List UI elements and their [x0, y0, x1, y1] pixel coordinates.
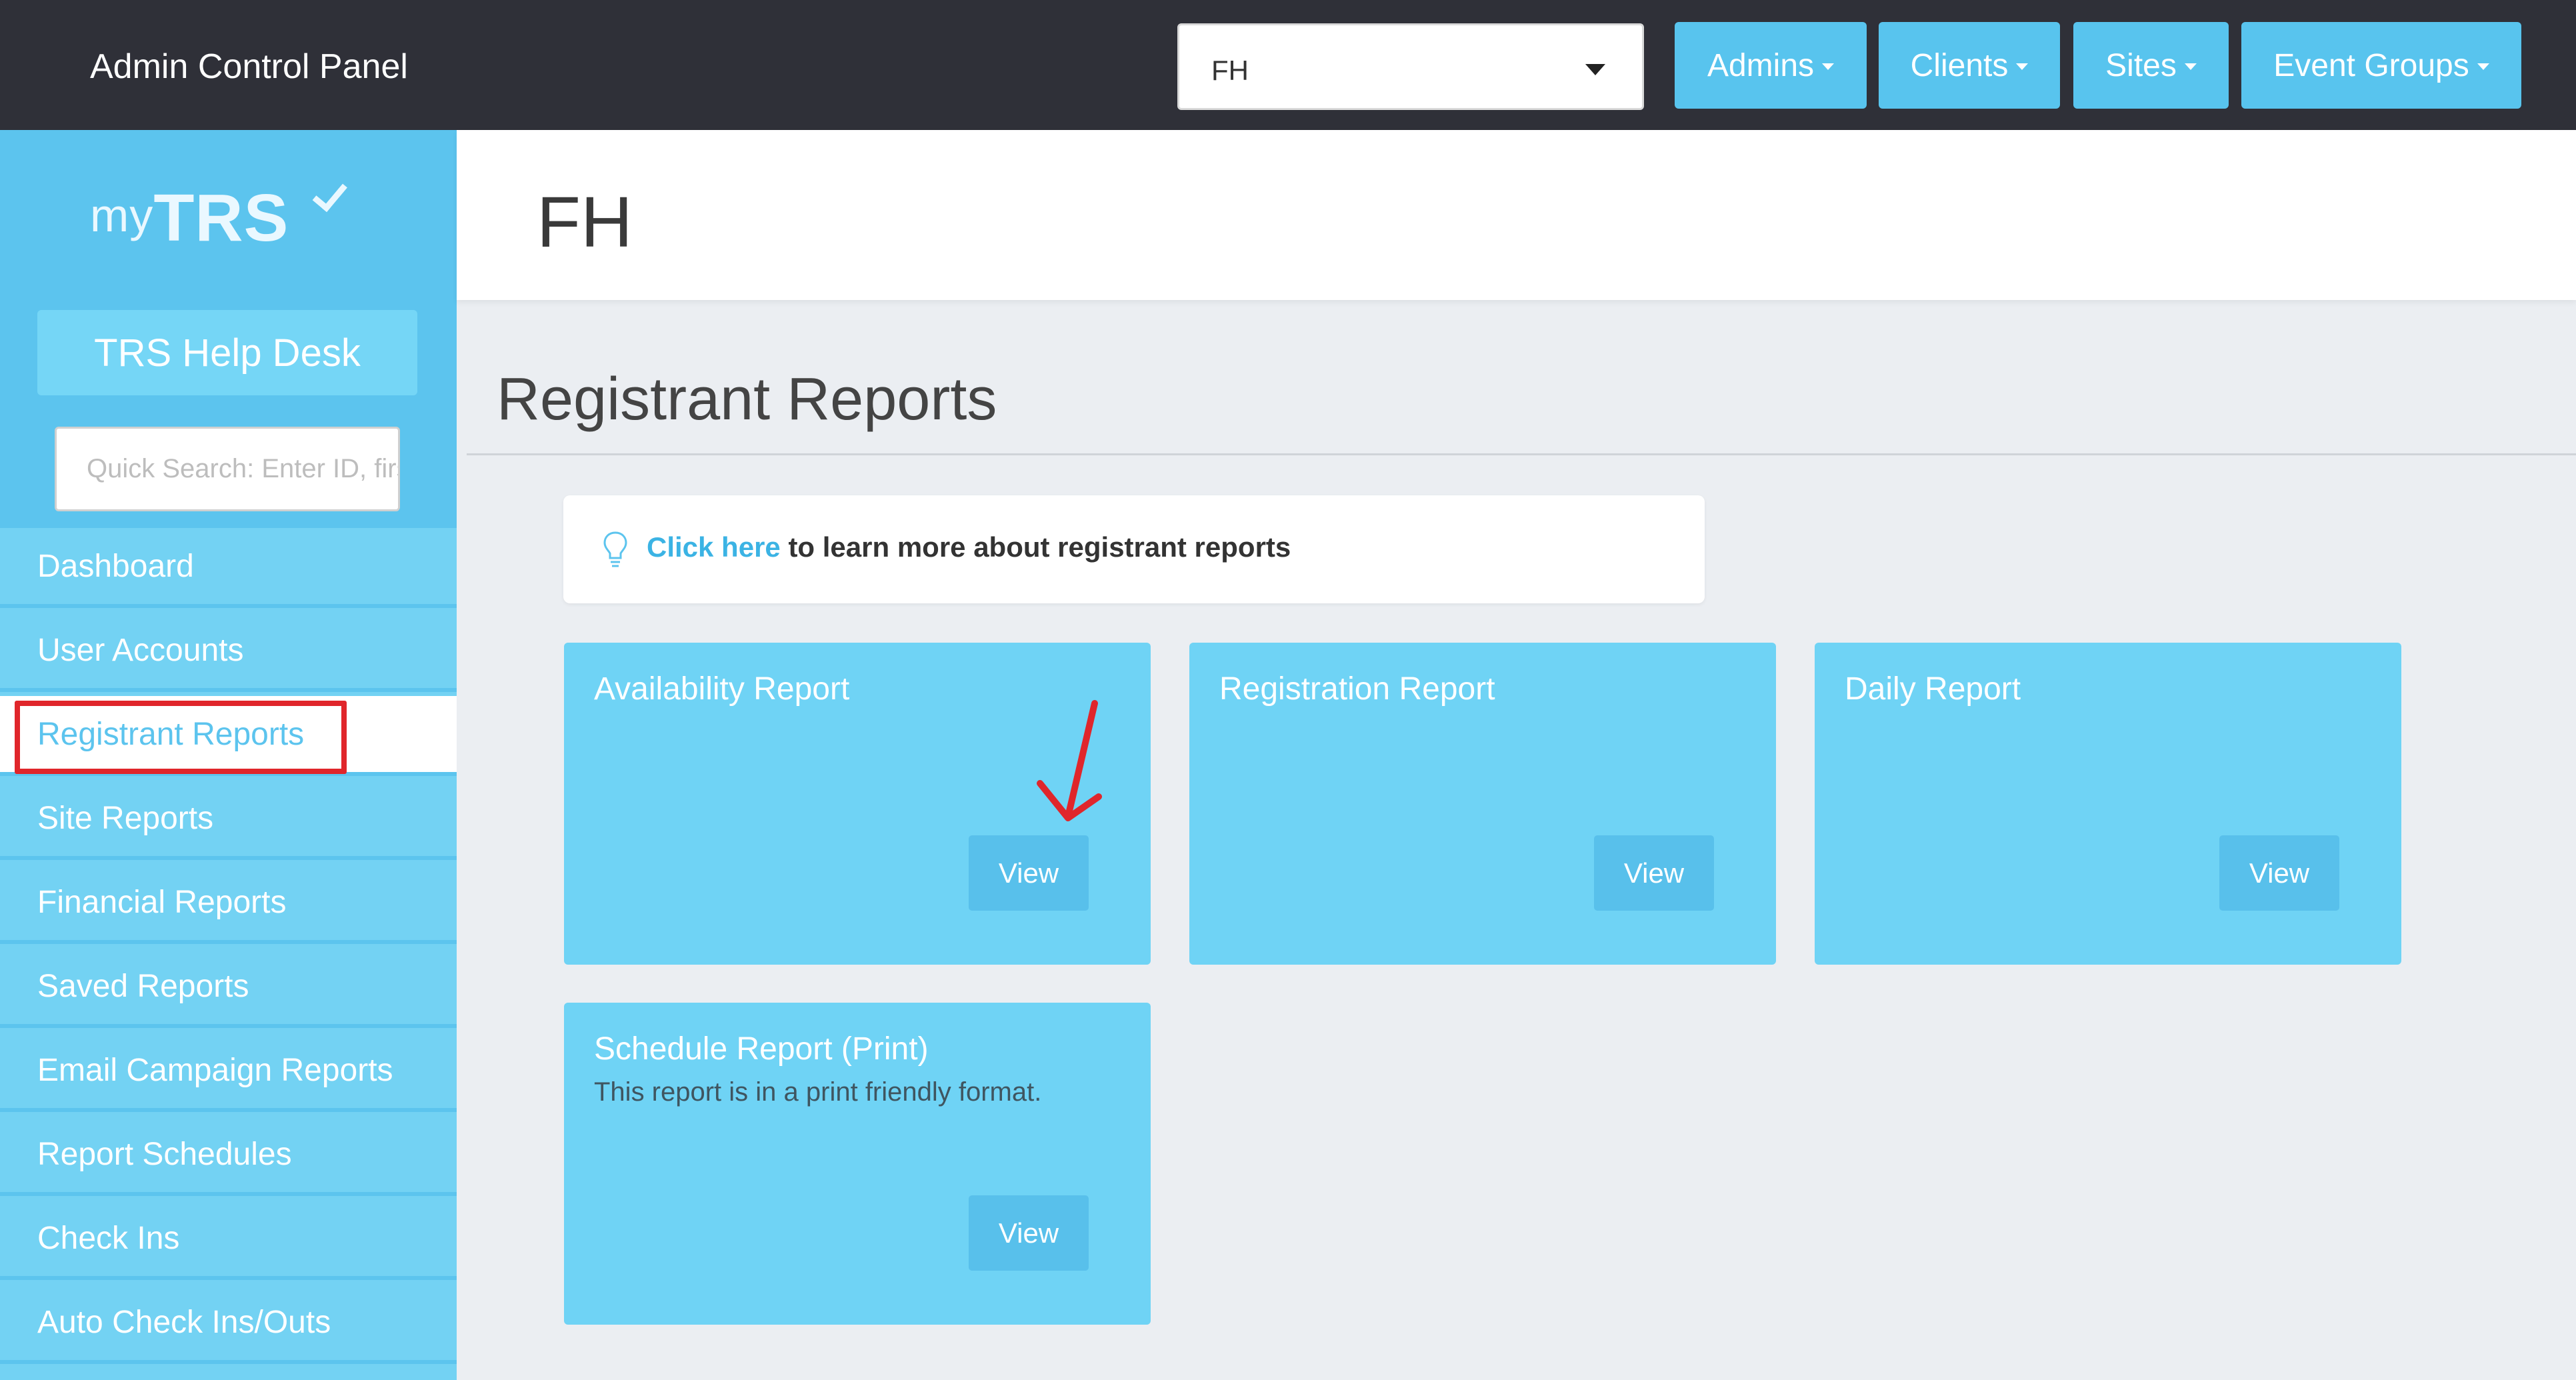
app-title: Admin Control Panel	[90, 47, 408, 86]
card-description: This report is in a print friendly forma…	[594, 1077, 1042, 1107]
sidebar-item-label: Report Schedules	[37, 1136, 292, 1172]
card-title: Registration Report	[1219, 671, 1495, 707]
info-callout: Click here to learn more about registran…	[563, 495, 1705, 603]
caret-down-icon	[2477, 63, 2489, 70]
sidebar-item-email-campaign-reports[interactable]: Email Campaign Reports	[0, 1032, 457, 1112]
sidebar-item-label: Saved Reports	[37, 968, 249, 1004]
section-title: Registrant Reports	[497, 366, 997, 433]
card-title: Daily Report	[1845, 671, 2021, 707]
lightbulb-icon	[603, 531, 627, 567]
mytrs-logo[interactable]: myTRS	[90, 175, 348, 257]
top-navbar: Admin Control Panel FH Admins Clients Si…	[0, 0, 2576, 130]
caret-down-icon	[2016, 63, 2029, 70]
sidebar-item-financial-reports[interactable]: Financial Reports	[0, 864, 457, 944]
sidebar-item-label: Check Ins	[37, 1220, 180, 1256]
sidebar-item-label: Site Reports	[37, 800, 214, 836]
event-groups-menu-label: Event Groups	[2273, 47, 2469, 83]
page-header: FH	[457, 130, 2576, 300]
sidebar-item-label: Auto Check Ins/Outs	[37, 1304, 331, 1340]
card-title: Availability Report	[594, 671, 850, 707]
client-select-value: FH	[1211, 55, 1249, 86]
clients-menu-button[interactable]: Clients	[1879, 22, 2060, 109]
annotation-arrow-icon	[1037, 700, 1102, 821]
event-groups-menu-button[interactable]: Event Groups	[2241, 22, 2521, 109]
report-card-registration: Registration Report View	[1189, 643, 1776, 965]
checkmark-icon	[312, 175, 348, 213]
report-card-schedule-print: Schedule Report (Print) This report is i…	[564, 1003, 1151, 1325]
info-text: Click here to learn more about registran…	[647, 531, 1291, 563]
view-schedule-report-button[interactable]: View	[969, 1195, 1089, 1271]
sidebar-item-saved-reports[interactable]: Saved Reports	[0, 948, 457, 1028]
chevron-down-icon	[1585, 64, 1605, 75]
annotation-highlight-box	[15, 701, 347, 774]
sites-menu-label: Sites	[2105, 47, 2177, 83]
quick-search-input[interactable]	[57, 429, 398, 509]
sidebar-item-auto-check-ins-outs[interactable]: Auto Check Ins/Outs	[0, 1284, 457, 1364]
section-divider	[467, 453, 2576, 455]
sidebar-item-site-reports[interactable]: Site Reports	[0, 780, 457, 860]
view-daily-report-button[interactable]: View	[2219, 835, 2339, 911]
sidebar-item-label: User Accounts	[37, 632, 244, 668]
info-description: to learn more about registrant reports	[780, 531, 1291, 563]
admins-menu-button[interactable]: Admins	[1675, 22, 1867, 109]
caret-down-icon	[1822, 63, 1835, 70]
report-card-daily: Daily Report View	[1815, 643, 2401, 965]
sidebar-item-check-ins[interactable]: Check Ins	[0, 1200, 457, 1280]
client-select[interactable]: FH	[1177, 23, 1644, 110]
caret-down-icon	[2184, 63, 2197, 70]
logo-prefix: my	[90, 189, 154, 241]
help-desk-button[interactable]: TRS Help Desk	[37, 310, 417, 395]
view-availability-report-button[interactable]: View	[969, 835, 1089, 911]
card-title: Schedule Report (Print)	[594, 1031, 929, 1067]
admins-menu-label: Admins	[1707, 47, 1815, 83]
page-title: FH	[537, 181, 633, 262]
sidebar-item-dashboard[interactable]: Dashboard	[0, 528, 457, 608]
view-registration-report-button[interactable]: View	[1594, 835, 1714, 911]
sidebar-item-label: Email Campaign Reports	[37, 1052, 393, 1088]
logo-brand: TRS	[153, 181, 289, 255]
learn-more-link[interactable]: Click here	[647, 531, 781, 563]
sidebar-item-user-accounts[interactable]: User Accounts	[0, 612, 457, 692]
quick-search-field[interactable]	[55, 427, 400, 511]
sidebar-item-label: Dashboard	[37, 548, 194, 584]
sidebar-header: myTRS TRS Help Desk	[0, 130, 457, 528]
clients-menu-label: Clients	[1910, 47, 2009, 83]
sidebar-item-label: Financial Reports	[37, 884, 287, 920]
sidebar-item-report-schedules[interactable]: Report Schedules	[0, 1116, 457, 1196]
sites-menu-button[interactable]: Sites	[2073, 22, 2229, 109]
